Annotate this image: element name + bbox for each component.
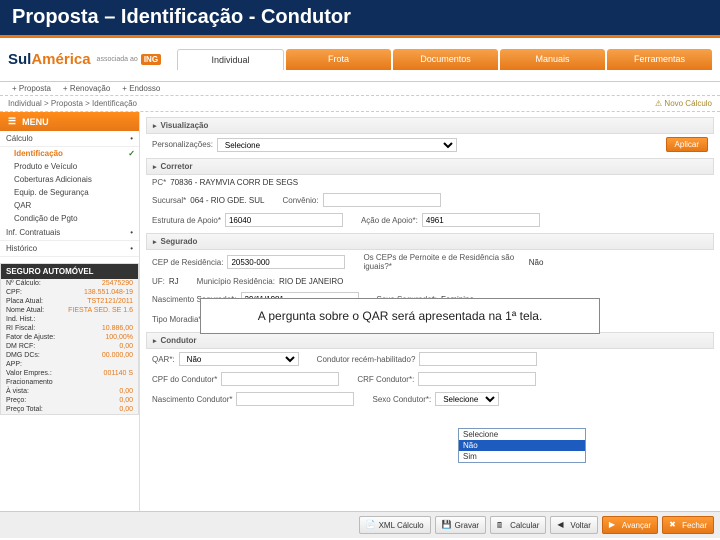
sidecard-row: Ind. Hist.: — [1, 315, 138, 324]
tab-manuais[interactable]: Manuais — [500, 49, 605, 70]
qar-dropdown-open[interactable]: Selecione Não Sim — [458, 428, 586, 463]
sidecard-row: CPF:138.551.048-19 — [1, 288, 138, 297]
sidecard-row: Preço Total:0,00 — [1, 405, 138, 414]
sidecard-row: DM RCF:0,00 — [1, 342, 138, 351]
check-icon: ✓ — [128, 149, 135, 158]
convenio-input[interactable] — [323, 193, 441, 207]
sidecard-row: Fracionamento — [1, 378, 138, 387]
ing-badge: ING — [141, 54, 161, 65]
tab-frota[interactable]: Frota — [286, 49, 391, 70]
sidebar-group-contratuais[interactable]: Inf. Contratuais• — [0, 225, 139, 241]
sidecard-row: Placa Atual:TST2121/2011 — [1, 297, 138, 306]
topbar: SulAmérica associada ao ING Individual F… — [0, 38, 720, 82]
sidecard-row: Valor Empres.:001140 S — [1, 369, 138, 378]
acao-input[interactable] — [422, 213, 540, 227]
recem-input[interactable] — [419, 352, 537, 366]
qar-select[interactable]: Não — [179, 352, 299, 366]
subtab-renovacao[interactable]: + Renovação — [63, 84, 110, 93]
sidecard-row: RI Fiscal:10.886,00 — [1, 324, 138, 333]
brand-logo: SulAmérica associada ao ING — [8, 51, 161, 68]
aplicar-button[interactable]: Aplicar — [666, 137, 708, 152]
section-condutor: Condutor — [146, 332, 714, 349]
personalizacoes-label: Personalizações: — [152, 140, 213, 149]
menu-header: ☰ MENU — [0, 112, 139, 131]
save-icon: 💾 — [442, 520, 452, 530]
breadcrumb-bar: Individual > Proposta > Identificação ⚠ … — [0, 95, 720, 112]
slide-title: Proposta – Identificação - Condutor — [12, 6, 708, 29]
menu-icon: ☰ — [8, 116, 16, 127]
qar-opt-nao[interactable]: Não — [459, 440, 585, 451]
breadcrumb: Individual > Proposta > Identificação — [8, 99, 137, 108]
tab-individual[interactable]: Individual — [177, 49, 284, 70]
fechar-button[interactable]: ✖Fechar — [662, 516, 714, 534]
sidecard-row: À vista:0,00 — [1, 387, 138, 396]
xml-button[interactable]: 📄XML Cálculo — [359, 516, 431, 534]
calcular-button[interactable]: 🖩Calcular — [490, 516, 546, 534]
slide-header: Proposta – Identificação - Condutor — [0, 0, 720, 38]
avancar-button[interactable]: ▶Avançar — [602, 516, 658, 534]
sidebar-item-coberturas[interactable]: Coberturas Adicionais — [0, 173, 139, 186]
status-warning: ⚠ Novo Cálculo — [655, 99, 712, 108]
sidebar-item-identificacao[interactable]: Identificação✓ — [0, 147, 139, 160]
subtabs: + Proposta + Renovação + Endosso — [0, 82, 720, 95]
qar-opt-sim[interactable]: Sim — [459, 451, 585, 462]
sidebar: ☰ MENU Cálculo• Identificação✓ Produto e… — [0, 112, 140, 512]
sidecard-seguro: SEGURO AUTOMÓVEL Nº Cálculo:25475290CPF:… — [0, 263, 139, 415]
back-icon: ◀ — [557, 520, 567, 530]
sidebar-group-historico[interactable]: Histórico• — [0, 241, 139, 257]
sidecard-row: Preço:0,00 — [1, 396, 138, 405]
close-icon: ✖ — [669, 520, 679, 530]
footer-bar: 📄XML Cálculo 💾Gravar 🖩Calcular ◀Voltar ▶… — [0, 511, 720, 538]
callout-text: A pergunta sobre o QAR será apresentada … — [258, 309, 543, 323]
forward-icon: ▶ — [609, 520, 619, 530]
gravar-button[interactable]: 💾Gravar — [435, 516, 486, 534]
sidebar-item-equip[interactable]: Equip. de Segurança — [0, 186, 139, 199]
qar-opt-selecione[interactable]: Selecione — [459, 429, 585, 440]
tab-documentos[interactable]: Documentos — [393, 49, 498, 70]
sidecard-row: Fator de Ajuste:100,00% — [1, 333, 138, 342]
sidecard-title: SEGURO AUTOMÓVEL — [1, 264, 138, 279]
sidecard-row: Nº Cálculo:25475290 — [1, 279, 138, 288]
main-tabs: Individual Frota Documentos Manuais Ferr… — [177, 49, 712, 70]
sidecard-row: APP: — [1, 360, 138, 369]
crf-input[interactable] — [418, 372, 536, 386]
sidebar-item-qar[interactable]: QAR — [0, 199, 139, 212]
personalizacoes-select[interactable]: Selecione — [217, 138, 457, 152]
sidebar-item-produto[interactable]: Produto e Veículo — [0, 160, 139, 173]
estrutura-input[interactable] — [225, 213, 343, 227]
sidebar-item-pgto[interactable]: Condição de Pgto — [0, 212, 139, 225]
cpf-cond-input[interactable] — [221, 372, 339, 386]
sexo-cond-select[interactable]: Selecione — [435, 392, 499, 406]
voltar-button[interactable]: ◀Voltar — [550, 516, 597, 534]
section-segurado: Segurado — [146, 233, 714, 250]
sucursal-value: 064 - RIO GDE. SUL — [190, 196, 264, 205]
cep-input[interactable] — [227, 255, 345, 269]
tab-ferramentas[interactable]: Ferramentas — [607, 49, 712, 70]
subtab-endosso[interactable]: + Endosso — [122, 84, 160, 93]
nasc-cond-input[interactable] — [236, 392, 354, 406]
sidecard-row: Nome Atual:FIESTA SED. SE 1.6 — [1, 306, 138, 315]
brand-text: SulAmérica — [8, 51, 91, 68]
app-window: SulAmérica associada ao ING Individual F… — [0, 38, 720, 538]
subtab-proposta[interactable]: + Proposta — [12, 84, 51, 93]
section-corretor: Corretor — [146, 158, 714, 175]
sidecard-row: DMG DCs:00.000,00 — [1, 351, 138, 360]
calc-icon: 🖩 — [497, 520, 507, 530]
brand-ing: associada ao ING — [97, 54, 162, 65]
callout-box: A pergunta sobre o QAR será apresentada … — [200, 298, 600, 334]
section-visualizacao: Visualização — [146, 117, 714, 134]
xml-icon: 📄 — [366, 520, 376, 530]
sidebar-group-calculo[interactable]: Cálculo• — [0, 131, 139, 147]
pc-value: 70836 - RAYMVIA CORR DE SEGS — [170, 178, 298, 187]
